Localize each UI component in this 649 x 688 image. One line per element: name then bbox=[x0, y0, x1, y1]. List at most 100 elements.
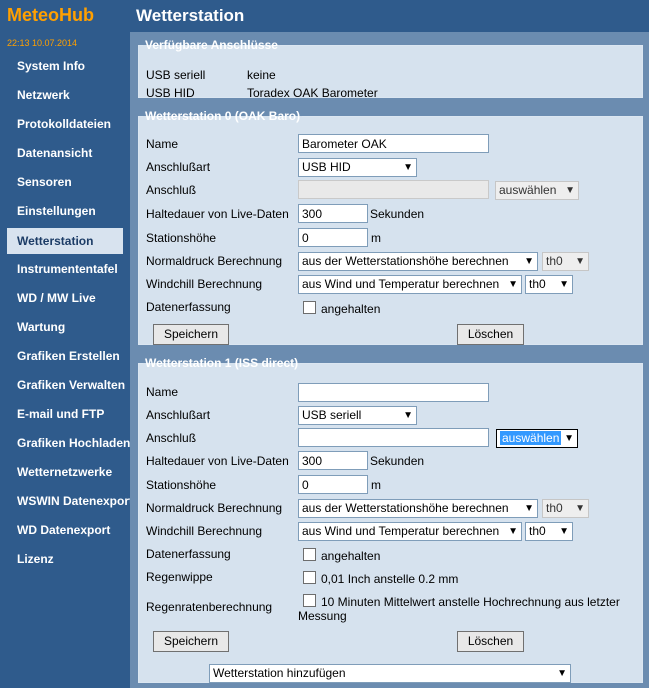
chevron-down-icon: ▼ bbox=[508, 526, 518, 537]
station-0-pressure-select[interactable]: aus der Wetterstationshöhe berechnen ▼ bbox=[298, 252, 538, 271]
sidebar-item-datenansicht[interactable]: Datenansicht bbox=[0, 141, 130, 170]
sidebar-item-wd-datenexport[interactable]: WD Datenexport bbox=[0, 518, 130, 547]
sidebar-item-wetterstation[interactable]: Wetterstation bbox=[7, 228, 123, 254]
sidebar-item-wswin-datenexport[interactable]: WSWIN Datenexport bbox=[0, 489, 130, 518]
capture-label: Datenerfassung bbox=[146, 300, 231, 314]
sidebar-item-wartung[interactable]: Wartung bbox=[0, 315, 130, 344]
station-0-save-button[interactable]: Speichern bbox=[153, 324, 229, 345]
sidebar-item-grafiken-erstellen[interactable]: Grafiken Erstellen bbox=[0, 344, 130, 373]
chevron-down-icon: ▼ bbox=[575, 503, 585, 514]
port-label: Anschluß bbox=[146, 183, 197, 197]
name-label: Name bbox=[146, 385, 179, 399]
type-label: Anschlußart bbox=[146, 408, 211, 422]
rain-option-label: 0,01 Inch anstelle 0.2 mm bbox=[321, 572, 459, 586]
sidebar-item-netzwerk[interactable]: Netzwerk bbox=[0, 83, 130, 112]
height-label: Stationshöhe bbox=[146, 231, 217, 245]
hold-label: Haltedauer von Live-Daten bbox=[146, 454, 289, 468]
chevron-down-icon: ▼ bbox=[524, 503, 534, 514]
station-0-height-input[interactable] bbox=[298, 228, 368, 247]
station-1-save-button[interactable]: Speichern bbox=[153, 631, 229, 652]
sidebar-item-wetternetzwerke[interactable]: Wetternetzwerke bbox=[0, 460, 130, 489]
station-0-paused-checkbox[interactable] bbox=[303, 301, 316, 314]
sidebar: MeteoHub 22:13 10.07.2014 System Info Ne… bbox=[0, 0, 130, 688]
sidebar-nav: System Info Netzwerk Protokolldateien Da… bbox=[0, 54, 130, 576]
station-0-delete-button[interactable]: Löschen bbox=[457, 324, 524, 345]
chevron-down-icon: ▼ bbox=[557, 668, 567, 679]
sidebar-item-email-ftp[interactable]: E-mail und FTP bbox=[0, 402, 130, 431]
sidebar-item-grafiken-hochladen[interactable]: Grafiken Hochladen bbox=[0, 431, 130, 460]
station-1-port-input[interactable] bbox=[298, 428, 489, 447]
main-content: Verfügbare Anschlüsse USB seriell keine … bbox=[130, 32, 649, 688]
chevron-down-icon: ▼ bbox=[403, 162, 413, 173]
station-1-windchill-sensor-select[interactable]: th0 ▼ bbox=[525, 522, 573, 541]
seconds-unit: Sekunden bbox=[370, 454, 425, 468]
sidebar-item-sensoren[interactable]: Sensoren bbox=[0, 170, 130, 199]
station-1-legend: Wetterstation 1 (ISS direct) bbox=[145, 356, 299, 370]
rain-label: Regenwippe bbox=[146, 570, 213, 584]
chevron-down-icon: ▼ bbox=[524, 256, 534, 267]
port-label: Anschluß bbox=[146, 431, 197, 445]
available-ports-legend: Verfügbare Anschlüsse bbox=[145, 38, 278, 52]
height-label: Stationshöhe bbox=[146, 478, 217, 492]
station-0-panel: Wetterstation 0 (OAK Baro) Name Anschluß… bbox=[138, 109, 643, 345]
station-0-hold-input[interactable] bbox=[298, 204, 368, 223]
station-1-windchill-select[interactable]: aus Wind und Temperatur berechnen ▼ bbox=[298, 522, 522, 541]
meters-unit: m bbox=[371, 231, 381, 245]
chevron-down-icon: ▼ bbox=[508, 279, 518, 290]
name-label: Name bbox=[146, 137, 179, 151]
sidebar-item-lizenz[interactable]: Lizenz bbox=[0, 547, 130, 576]
port-type-label: USB HID bbox=[146, 86, 195, 100]
port-type-value: keine bbox=[247, 68, 276, 82]
station-1-paused-checkbox[interactable] bbox=[303, 548, 316, 561]
station-0-port-select: auswählen ▼ bbox=[495, 181, 579, 200]
meters-unit: m bbox=[371, 478, 381, 492]
station-1-name-input[interactable] bbox=[298, 383, 489, 402]
rainrate-option-label: 10 Minuten Mittelwert anstelle Hochrechn… bbox=[321, 595, 620, 609]
station-1-pressure-sensor-select: th0 ▼ bbox=[542, 499, 589, 518]
capture-label: Datenerfassung bbox=[146, 547, 231, 561]
station-0-type-select[interactable]: USB HID ▼ bbox=[298, 158, 417, 177]
station-0-windchill-sensor-select[interactable]: th0 ▼ bbox=[525, 275, 573, 294]
sidebar-item-einstellungen[interactable]: Einstellungen bbox=[0, 199, 130, 228]
type-label: Anschlußart bbox=[146, 160, 211, 174]
available-ports-panel: Verfügbare Anschlüsse USB seriell keine … bbox=[138, 38, 643, 100]
pressure-label: Normaldruck Berechnung bbox=[146, 501, 283, 515]
station-1-delete-button[interactable]: Löschen bbox=[457, 631, 524, 652]
station-1-hold-input[interactable] bbox=[298, 451, 368, 470]
chevron-down-icon: ▼ bbox=[559, 526, 569, 537]
port-type-label: USB seriell bbox=[146, 68, 206, 82]
station-0-pressure-sensor-select: th0 ▼ bbox=[542, 252, 589, 271]
station-0-name-input[interactable] bbox=[298, 134, 489, 153]
station-1-pressure-select[interactable]: aus der Wetterstationshöhe berechnen ▼ bbox=[298, 499, 538, 518]
chevron-down-icon: ▼ bbox=[575, 256, 585, 267]
station-0-legend: Wetterstation 0 (OAK Baro) bbox=[145, 109, 301, 123]
station-1-rainrate-checkbox[interactable] bbox=[303, 594, 316, 607]
sidebar-item-wd-mw-live[interactable]: WD / MW Live bbox=[0, 286, 130, 315]
windchill-label: Windchill Berechnung bbox=[146, 524, 263, 538]
sidebar-item-system-info[interactable]: System Info bbox=[0, 54, 130, 83]
port-type-value: Toradex OAK Barometer bbox=[247, 86, 378, 100]
paused-label: angehalten bbox=[321, 549, 381, 563]
station-1-port-select[interactable]: auswählen ▼ bbox=[496, 429, 578, 448]
sidebar-item-protokolldateien[interactable]: Protokolldateien bbox=[0, 112, 130, 141]
chevron-down-icon: ▼ bbox=[564, 433, 574, 444]
brand-logo: MeteoHub bbox=[7, 5, 94, 25]
station-1-rain-checkbox[interactable] bbox=[303, 571, 316, 584]
station-1-type-select[interactable]: USB seriell ▼ bbox=[298, 406, 417, 425]
rainrate-option-label-cont: Messung bbox=[298, 609, 347, 623]
rainrate-label: Regenratenberechnung bbox=[146, 600, 273, 614]
station-1-height-input[interactable] bbox=[298, 475, 368, 494]
add-station-select[interactable]: Wetterstation hinzufügen ▼ bbox=[209, 664, 571, 683]
clock: 22:13 10.07.2014 bbox=[7, 38, 78, 48]
sidebar-item-grafiken-verwalten[interactable]: Grafiken Verwalten bbox=[0, 373, 130, 402]
chevron-down-icon: ▼ bbox=[559, 279, 569, 290]
sidebar-item-instrumententafel[interactable]: Instrumententafel bbox=[0, 257, 130, 286]
seconds-unit: Sekunden bbox=[370, 207, 425, 221]
chevron-down-icon: ▼ bbox=[565, 185, 575, 196]
page-title: Wetterstation bbox=[130, 0, 649, 32]
windchill-label: Windchill Berechnung bbox=[146, 277, 263, 291]
paused-label: angehalten bbox=[321, 302, 381, 316]
station-0-windchill-select[interactable]: aus Wind und Temperatur berechnen ▼ bbox=[298, 275, 522, 294]
station-1-panel: Wetterstation 1 (ISS direct) Name Anschl… bbox=[138, 356, 643, 683]
pressure-label: Normaldruck Berechnung bbox=[146, 254, 283, 268]
